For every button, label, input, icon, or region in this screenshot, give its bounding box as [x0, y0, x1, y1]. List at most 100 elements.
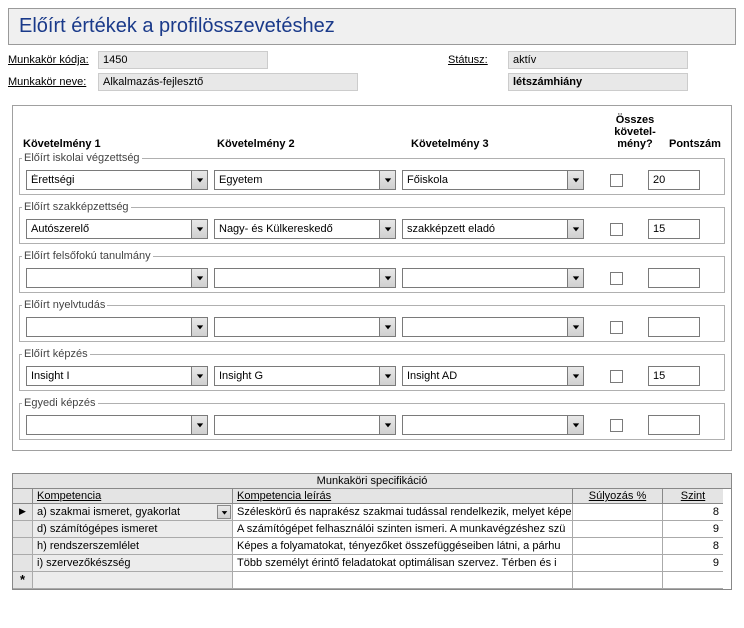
szint-cell[interactable]: 8 — [663, 504, 723, 521]
all-requirements-checkbox[interactable] — [610, 321, 623, 334]
score-input[interactable]: 15 — [648, 366, 700, 386]
req-combo-2[interactable]: Egyetem — [214, 170, 396, 190]
sulyozas-cell[interactable] — [573, 521, 663, 538]
chevron-down-icon[interactable] — [567, 220, 583, 238]
score-input[interactable] — [648, 317, 700, 337]
req-combo-3[interactable]: Főiskola — [402, 170, 584, 190]
req-combo-2[interactable]: Insight G — [214, 366, 396, 386]
col-header-req3: Követelmény 3 — [411, 138, 601, 150]
chevron-down-icon[interactable] — [567, 367, 583, 385]
row-selector[interactable] — [13, 538, 33, 555]
req-combo-text: Insight I — [27, 370, 191, 382]
spec-col-szint[interactable]: Szint — [663, 489, 723, 504]
req-combo-text: Insight AD — [403, 370, 567, 382]
kompetencia-cell[interactable]: a) szakmai ismeret, gyakorlat — [33, 504, 233, 521]
req-combo-2[interactable]: Nagy- és Külkereskedő — [214, 219, 396, 239]
all-requirements-checkbox[interactable] — [610, 419, 623, 432]
all-requirements-checkbox[interactable] — [610, 370, 623, 383]
chevron-down-icon[interactable] — [567, 318, 583, 336]
group-legend: Előírt szakképzettség — [22, 201, 131, 213]
spec-row[interactable]: a) szakmai ismeret, gyakorlatSzéleskörű … — [13, 504, 731, 521]
kompetencia-cell[interactable]: i) szervezőkészség — [33, 555, 233, 572]
req-combo-3[interactable] — [402, 317, 584, 337]
kompetencia-cell[interactable]: h) rendszerszemlélet — [33, 538, 233, 555]
group-legend: Előírt felsőfokú tanulmány — [22, 250, 153, 262]
status2-value: létszámhiány — [508, 73, 688, 91]
chevron-down-icon[interactable] — [191, 171, 207, 189]
req-combo-3[interactable]: Insight AD — [402, 366, 584, 386]
group-1: Előírt szakképzettség Autószerelő Nagy- és… — [19, 201, 725, 244]
req-combo-2[interactable] — [214, 268, 396, 288]
req-combo-text: szakképzett eladó — [403, 223, 567, 235]
spec-row[interactable]: i) szervezőkészségTöbb személyt érintő f… — [13, 555, 731, 572]
all-requirements-checkbox[interactable] — [610, 174, 623, 187]
all-requirements-checkbox[interactable] — [610, 272, 623, 285]
score-input[interactable] — [648, 415, 700, 435]
spec-new-row[interactable] — [13, 572, 731, 589]
all-requirements-checkbox[interactable] — [610, 223, 623, 236]
req-combo-1[interactable]: Insight I — [26, 366, 208, 386]
spec-title: Munkaköri specifikáció — [13, 474, 731, 489]
leiras-cell[interactable]: Széleskörű és naprakész szakmai tudással… — [233, 504, 573, 521]
new-row-selector[interactable] — [13, 572, 33, 589]
req-combo-3[interactable] — [402, 415, 584, 435]
req-combo-1[interactable]: Autószerelő — [26, 219, 208, 239]
score-input[interactable] — [648, 268, 700, 288]
sulyozas-cell[interactable] — [573, 504, 663, 521]
spec-col-leiras[interactable]: Kompetencia leírás — [233, 489, 573, 504]
req-combo-1[interactable] — [26, 317, 208, 337]
row-selector[interactable] — [13, 521, 33, 538]
req-combo-1[interactable] — [26, 268, 208, 288]
chevron-down-icon[interactable] — [191, 269, 207, 287]
req-combo-2[interactable] — [214, 317, 396, 337]
szint-cell[interactable]: 9 — [663, 521, 723, 538]
score-input[interactable]: 20 — [648, 170, 700, 190]
req-combo-2[interactable] — [214, 415, 396, 435]
col-header-score: Pontszám — [669, 138, 729, 150]
chevron-down-icon[interactable] — [567, 416, 583, 434]
empty-cell[interactable] — [33, 572, 233, 589]
req-combo-3[interactable] — [402, 268, 584, 288]
chevron-down-icon[interactable] — [217, 505, 231, 519]
sulyozas-cell[interactable] — [573, 538, 663, 555]
chevron-down-icon[interactable] — [379, 318, 395, 336]
leiras-cell[interactable]: A számítógépet felhasználói szinten isme… — [233, 521, 573, 538]
group-legend: Előírt nyelvtudás — [22, 299, 107, 311]
req-combo-1[interactable] — [26, 415, 208, 435]
sulyozas-cell[interactable] — [573, 555, 663, 572]
empty-cell[interactable] — [233, 572, 573, 589]
kompetencia-cell[interactable]: d) számítógépes ismeret — [33, 521, 233, 538]
group-3: Előírt nyelvtudás — [19, 299, 725, 342]
spec-row[interactable]: d) számítógépes ismeretA számítógépet fe… — [13, 521, 731, 538]
leiras-cell[interactable]: Több személyt érintő feladatokat optimál… — [233, 555, 573, 572]
score-input[interactable]: 15 — [648, 219, 700, 239]
spec-row[interactable]: h) rendszerszemléletKépes a folyamatokat… — [13, 538, 731, 555]
chevron-down-icon[interactable] — [191, 318, 207, 336]
szint-cell[interactable]: 8 — [663, 538, 723, 555]
req-combo-1[interactable]: Érettségi — [26, 170, 208, 190]
row-selector[interactable] — [13, 504, 33, 521]
chevron-down-icon[interactable] — [379, 220, 395, 238]
chevron-down-icon[interactable] — [379, 367, 395, 385]
spec-col-kompetencia[interactable]: Kompetencia — [33, 489, 233, 504]
empty-cell[interactable] — [573, 572, 663, 589]
chevron-down-icon[interactable] — [379, 269, 395, 287]
spec-col-sulyozas[interactable]: Súlyozás % — [573, 489, 663, 504]
szint-cell[interactable]: 9 — [663, 555, 723, 572]
req-combo-text: Nagy- és Külkereskedő — [215, 223, 379, 235]
chevron-down-icon[interactable] — [191, 220, 207, 238]
req-combo-text: Insight G — [215, 370, 379, 382]
chevron-down-icon[interactable] — [567, 269, 583, 287]
chevron-down-icon[interactable] — [191, 367, 207, 385]
chevron-down-icon[interactable] — [567, 171, 583, 189]
chevron-down-icon[interactable] — [191, 416, 207, 434]
empty-cell[interactable] — [663, 572, 723, 589]
req-combo-3[interactable]: szakképzett eladó — [402, 219, 584, 239]
chevron-down-icon[interactable] — [379, 171, 395, 189]
group-legend: Egyedi képzés — [22, 397, 98, 409]
col-header-req1: Követelmény 1 — [23, 138, 213, 150]
col-header-all: Összeskövetel-mény? — [605, 114, 665, 150]
row-selector[interactable] — [13, 555, 33, 572]
leiras-cell[interactable]: Képes a folyamatokat, tényezőket összefü… — [233, 538, 573, 555]
chevron-down-icon[interactable] — [379, 416, 395, 434]
